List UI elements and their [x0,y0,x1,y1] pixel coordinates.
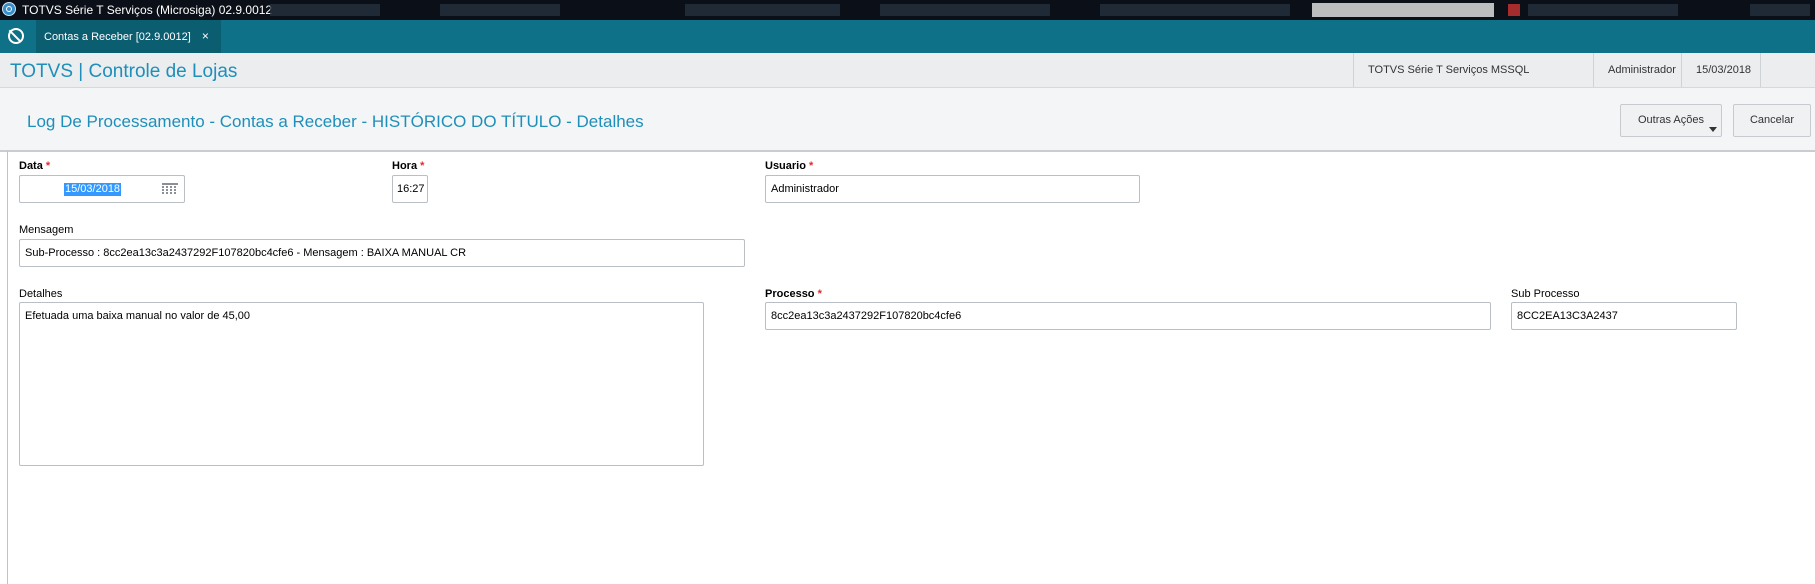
hora-value: 16:27 [397,183,425,195]
sub-processo-value: 8CC2EA13C3A2437 [1517,310,1618,322]
processo-field[interactable]: 8cc2ea13c3a2437292F107820bc4cfe6 [765,302,1491,330]
module-tabbar: Contas a Receber [02.9.0012] × [0,20,1815,53]
background-window-tab [1750,4,1810,16]
cancel-button[interactable]: Cancelar [1733,104,1811,137]
processo-value: 8cc2ea13c3a2437292F107820bc4cfe6 [771,310,962,322]
mensagem-value: Sub-Processo : 8cc2ea13c3a2437292F107820… [25,247,467,259]
cancel-label: Cancelar [1749,114,1795,126]
other-actions-button[interactable]: Outras Ações [1620,104,1722,137]
detalhes-value: Efetuada uma baixa manual no valor de 45… [25,310,251,322]
page-title: Log De Processamento - Contas a Receber … [27,112,644,131]
required-marker: * [809,160,814,172]
background-window-tab [1312,3,1494,17]
brand-title: TOTVS | Controle de Lojas [10,61,238,82]
usuario-label: Usuario * [765,160,814,172]
tab-contas-a-receber[interactable]: Contas a Receber [02.9.0012] × [36,20,221,53]
totvs-logo-icon[interactable] [8,28,24,44]
environment-label: TOTVS Série T Serviços MSSQL [1353,53,1612,87]
other-actions-label: Outras Ações [1637,114,1705,126]
form-left-border [7,151,8,584]
background-window-tab [440,4,560,16]
mensagem-label: Mensagem [19,224,74,236]
background-window-tab [270,4,380,16]
hora-label: Hora * [392,160,425,172]
data-value: 15/03/2018 [64,183,122,196]
page-title-bar: Log De Processamento - Contas a Receber … [0,88,1815,152]
totvs-app-icon [2,2,16,16]
calendar-icon[interactable] [162,183,178,195]
tab-label: Contas a Receber [02.9.0012] [44,31,191,43]
data-label: Data * [19,160,51,172]
mensagem-field[interactable]: Sub-Processo : 8cc2ea13c3a2437292F107820… [19,239,745,267]
required-marker: * [420,160,425,172]
background-window-tab [1508,4,1520,16]
detalhes-textarea[interactable]: Efetuada uma baixa manual no valor de 45… [19,302,704,466]
background-window-tab [685,4,840,16]
close-icon[interactable]: × [202,29,209,43]
usuario-field[interactable]: Administrador [765,175,1140,203]
app-header: TOTVS | Controle de Lojas TOTVS Série T … [0,53,1815,88]
sub-processo-label: Sub Processo [1511,288,1580,300]
background-window-tab [880,4,1050,16]
hora-field[interactable]: 16:27 [392,175,428,203]
data-field[interactable]: 15/03/2018 [19,175,185,203]
date-label: 15/03/2018 [1681,53,1765,87]
window-titlebar: TOTVS Série T Serviços (Microsiga) 02.9.… [0,0,1815,20]
header-divider [1760,53,1762,87]
window-title: TOTVS Série T Serviços (Microsiga) 02.9.… [22,3,273,17]
sub-processo-field[interactable]: 8CC2EA13C3A2437 [1511,302,1737,330]
detalhes-label: Detalhes [19,288,63,300]
usuario-value: Administrador [771,183,839,195]
processo-label: Processo * [765,288,822,300]
required-marker: * [45,160,51,172]
user-label: Administrador [1593,53,1690,87]
chevron-down-icon [1709,127,1717,132]
background-window-tab [1528,4,1678,16]
background-window-tab [1100,4,1290,16]
required-marker: * [817,288,822,300]
